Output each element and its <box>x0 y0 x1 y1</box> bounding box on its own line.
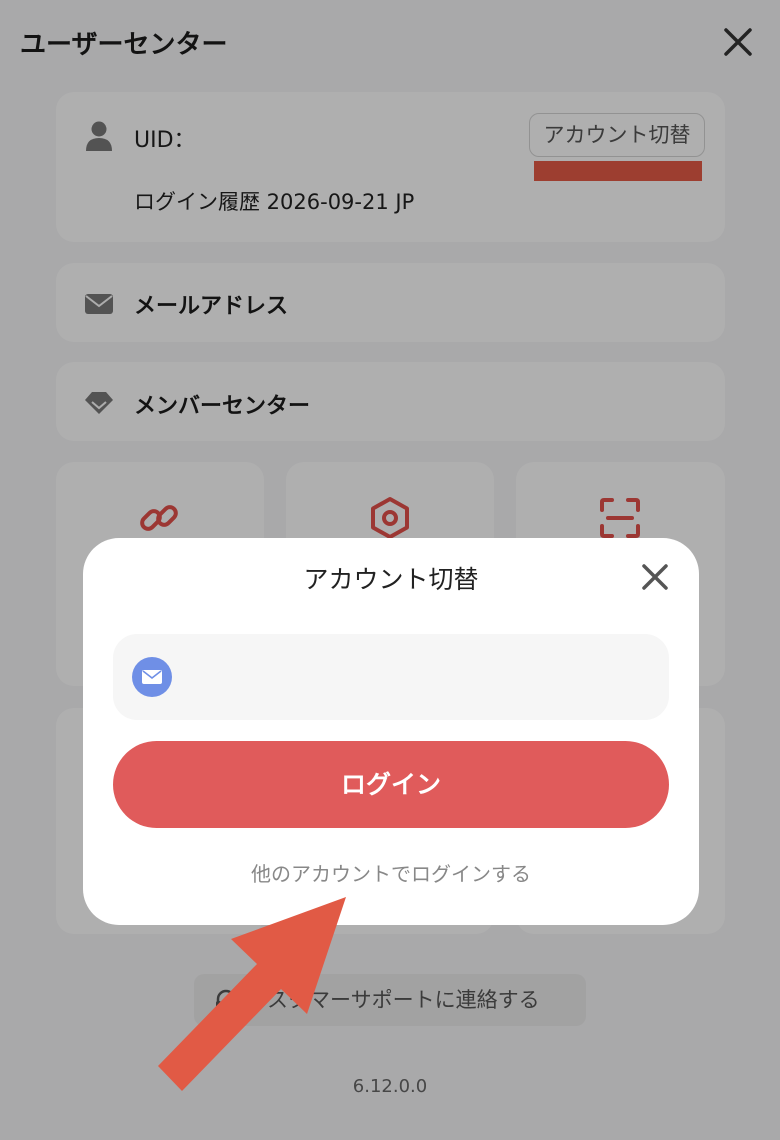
login-button[interactable]: ログイン <box>113 741 669 828</box>
other-account-login-link[interactable]: 他のアカウントでログインする <box>83 858 699 887</box>
mail-icon <box>132 657 172 697</box>
dialog-title: アカウント切替 <box>303 565 479 594</box>
close-icon[interactable] <box>636 558 674 596</box>
email-field[interactable] <box>113 634 669 720</box>
